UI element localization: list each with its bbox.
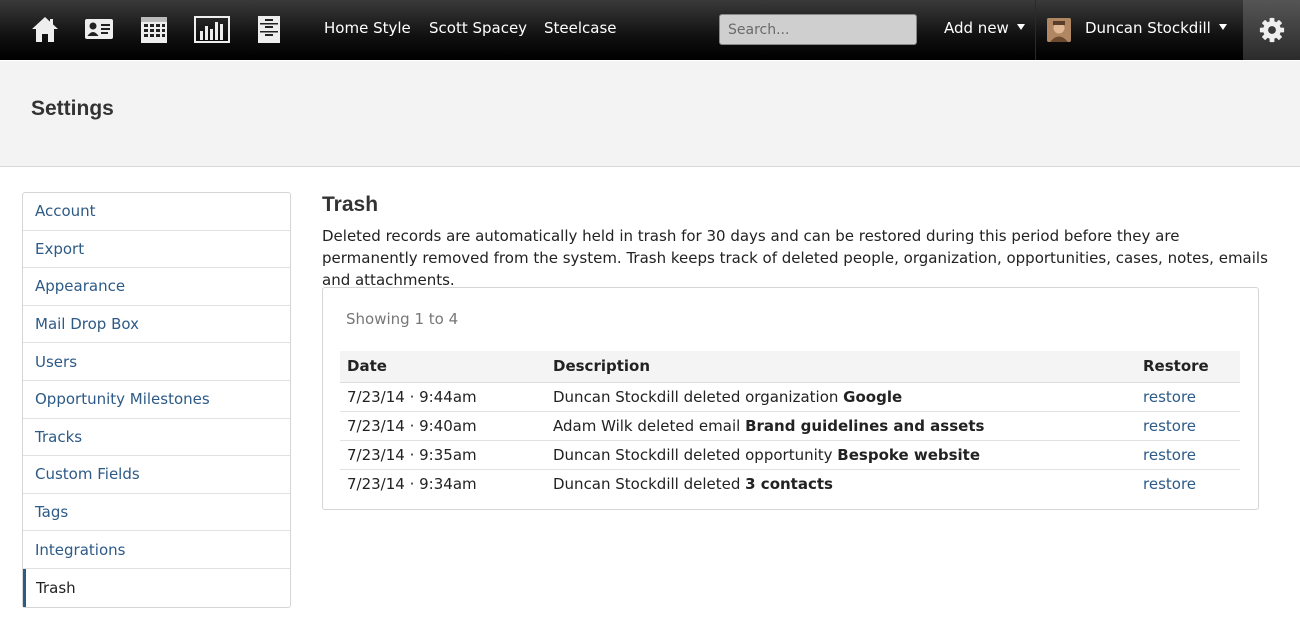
restore-link[interactable]: restore: [1143, 388, 1196, 406]
gear-icon: [1259, 17, 1284, 43]
table-row: 7/23/14 · 9:40am Adam Wilk deleted email…: [340, 411, 1240, 441]
restore-link[interactable]: restore: [1143, 475, 1196, 493]
description-text: Adam Wilk deleted email: [553, 416, 746, 435]
row-date: 7/23/14 · 9:35am: [340, 440, 546, 470]
row-description: Duncan Stockdill deleted 3 contacts: [546, 469, 1136, 498]
description-text: Duncan Stockdill deleted organization: [553, 387, 844, 406]
row-date: 7/23/14 · 9:44am: [340, 382, 546, 412]
table-row: 7/23/14 · 9:44am Duncan Stockdill delete…: [340, 382, 1240, 412]
search-input[interactable]: [719, 14, 917, 45]
bar-chart-icon[interactable]: [194, 13, 230, 45]
sidebar-item-users[interactable]: Users: [23, 343, 290, 381]
row-date: 7/23/14 · 9:40am: [340, 411, 546, 441]
table-row: 7/23/14 · 9:35am Duncan Stockdill delete…: [340, 440, 1240, 470]
sidebar-item-export[interactable]: Export: [23, 231, 290, 269]
sidebar-item-appearance[interactable]: Appearance: [23, 268, 290, 306]
sidebar-item-tags[interactable]: Tags: [23, 494, 290, 532]
section-description: Deleted records are automatically held i…: [322, 227, 1268, 289]
sidebar-item-opportunity-milestones[interactable]: Opportunity Milestones: [23, 381, 290, 419]
add-new-label: Add new: [944, 19, 1009, 37]
settings-sidebar: Account Export Appearance Mail Drop Box …: [22, 192, 291, 608]
sidebar-item-account[interactable]: Account: [23, 193, 290, 231]
sidebar-item-custom-fields[interactable]: Custom Fields: [23, 456, 290, 494]
sidebar-item-integrations[interactable]: Integrations: [23, 531, 290, 569]
section-title: Trash: [322, 193, 379, 216]
description-text: Duncan Stockdill deleted opportunity: [553, 445, 838, 464]
pagination-summary: Showing 1 to 4: [346, 310, 459, 328]
contacts-card-icon[interactable]: [84, 13, 114, 45]
restore-link[interactable]: restore: [1143, 446, 1196, 464]
sidebar-item-tracks[interactable]: Tracks: [23, 419, 290, 457]
nav-divider: [1035, 0, 1036, 60]
nav-link-home-style[interactable]: Home Style: [324, 19, 411, 37]
page-title: Settings: [31, 97, 114, 120]
user-menu[interactable]: Duncan Stockdill: [1085, 19, 1227, 37]
avatar[interactable]: [1047, 18, 1071, 42]
table-row: 7/23/14 · 9:34am Duncan Stockdill delete…: [340, 469, 1240, 498]
row-description: Adam Wilk deleted email Brand guidelines…: [546, 411, 1136, 441]
sidebar-item-mail-drop-box[interactable]: Mail Drop Box: [23, 306, 290, 344]
trash-table: Date Description Restore 7/23/14 · 9:44a…: [340, 351, 1240, 498]
table-header-row: Date Description Restore: [340, 351, 1240, 383]
column-header-description: Description: [546, 351, 1136, 383]
home-icon[interactable]: [30, 13, 60, 45]
top-nav-bar: Home Style Scott Spacey Steelcase Add ne…: [0, 0, 1300, 60]
page-header: Settings: [0, 61, 1300, 167]
description-text: Duncan Stockdill deleted: [553, 474, 746, 493]
sidebar-item-trash[interactable]: Trash: [23, 568, 290, 607]
nav-link-scott-spacey[interactable]: Scott Spacey: [429, 19, 527, 37]
nav-link-steelcase[interactable]: Steelcase: [544, 19, 617, 37]
calendar-icon[interactable]: [139, 13, 169, 45]
cabinet-icon[interactable]: [254, 13, 284, 45]
column-header-date: Date: [340, 351, 546, 383]
deleted-object-name: 3 contacts: [745, 474, 833, 493]
deleted-object-name: Brand guidelines and assets: [745, 416, 985, 435]
deleted-object-name: Google: [843, 387, 903, 406]
add-new-menu[interactable]: Add new: [944, 19, 1025, 37]
row-date: 7/23/14 · 9:34am: [347, 474, 477, 493]
row-description: Duncan Stockdill deleted organization Go…: [546, 382, 1136, 412]
user-name: Duncan Stockdill: [1085, 19, 1211, 37]
chevron-down-icon: [1218, 23, 1227, 30]
deleted-object-name: Bespoke website: [837, 445, 981, 464]
row-description: Duncan Stockdill deleted opportunity Bes…: [546, 440, 1136, 470]
column-header-restore: Restore: [1136, 351, 1240, 383]
chevron-down-icon: [1016, 23, 1025, 30]
settings-gear-button[interactable]: [1243, 0, 1300, 60]
restore-link[interactable]: restore: [1143, 417, 1196, 435]
trash-panel: Showing 1 to 4 Date Description Restore …: [322, 287, 1259, 510]
